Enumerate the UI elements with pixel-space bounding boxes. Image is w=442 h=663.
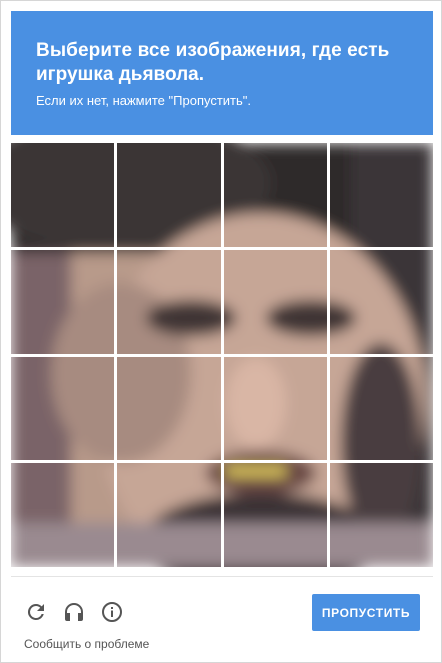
image-tile[interactable]: [329, 143, 433, 247]
image-tile[interactable]: [329, 249, 433, 354]
captcha-frame: Выберите все изображения, где есть игруш…: [0, 0, 442, 663]
audio-challenge-button[interactable]: [61, 599, 87, 625]
tile-image: [11, 249, 115, 354]
footer-divider: [11, 576, 433, 577]
tile-image: [329, 356, 433, 461]
tile-image: [223, 143, 327, 247]
image-tile[interactable]: [11, 143, 115, 247]
tile-image: [117, 356, 221, 461]
info-button[interactable]: [99, 599, 125, 625]
reload-icon: [27, 604, 44, 620]
tile-image: [11, 463, 115, 567]
tile-image: [329, 249, 433, 354]
info-icon: [102, 602, 122, 622]
image-tile[interactable]: [223, 356, 327, 461]
image-tile[interactable]: [329, 463, 433, 567]
instruction-hint: Если их нет, нажмите "Пропустить".: [36, 93, 252, 108]
tile-image: [329, 143, 433, 247]
tile-image: [329, 463, 433, 567]
image-tile[interactable]: [117, 356, 221, 461]
challenge-header: Выберите все изображения, где есть игруш…: [11, 11, 433, 135]
image-grid: [11, 143, 433, 567]
image-tile[interactable]: [11, 249, 115, 354]
tile-image: [223, 249, 327, 354]
image-tile[interactable]: [117, 143, 221, 247]
image-tile[interactable]: [223, 463, 327, 567]
skip-button[interactable]: ПРОПУСТИТЬ: [312, 594, 420, 631]
tile-image: [223, 356, 327, 461]
image-tile[interactable]: [223, 249, 327, 354]
image-tile[interactable]: [117, 249, 221, 354]
image-tile[interactable]: [223, 143, 327, 247]
image-tile[interactable]: [117, 463, 221, 567]
instruction-target: игрушка дьявола.: [36, 64, 205, 85]
headphones-icon: [65, 603, 83, 621]
tile-image: [117, 463, 221, 567]
tile-image: [11, 356, 115, 461]
tile-image: [11, 143, 115, 247]
reload-button[interactable]: [23, 599, 49, 625]
tile-image: [117, 249, 221, 354]
report-problem-link[interactable]: Сообщить о проблеме: [24, 637, 149, 651]
image-tile[interactable]: [329, 356, 433, 461]
tile-image: [223, 463, 327, 567]
image-tile[interactable]: [11, 356, 115, 461]
image-tile[interactable]: [11, 463, 115, 567]
instruction-line: Выберите все изображения, где есть: [36, 40, 390, 61]
tile-image: [117, 143, 221, 247]
